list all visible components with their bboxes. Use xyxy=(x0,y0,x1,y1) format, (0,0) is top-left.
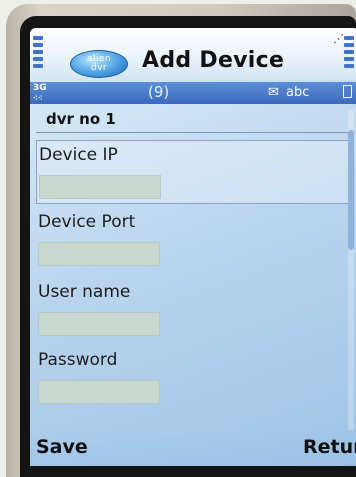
logo-text-line2: dvr xyxy=(90,63,108,73)
message-icon: ✉ xyxy=(268,85,279,100)
device-name: dvr no 1 xyxy=(46,110,116,128)
save-softkey[interactable]: Save xyxy=(36,436,88,458)
user-name-field[interactable]: User name xyxy=(36,280,350,338)
battery-icon xyxy=(343,85,352,98)
password-label: Password xyxy=(38,350,118,370)
return-softkey[interactable]: Return xyxy=(303,436,356,458)
scrollbar[interactable] xyxy=(348,110,354,430)
device-ip-field[interactable]: Device IP xyxy=(36,140,352,204)
device-ip-input-box[interactable] xyxy=(39,175,161,199)
network-indicator: 3G ⁖⁖ xyxy=(33,83,47,103)
password-field[interactable]: Password xyxy=(36,348,350,406)
device-ip-label: Device IP xyxy=(39,145,118,165)
signal-strength-icon xyxy=(33,36,43,71)
device-port-field[interactable]: Device Port xyxy=(36,210,350,268)
item-counter: (9) xyxy=(148,83,170,101)
title-bar: alien dvr Add Device ⋰ xyxy=(30,28,356,80)
device-ip-input[interactable] xyxy=(40,176,160,199)
user-name-input-box[interactable] xyxy=(38,312,160,336)
user-name-input[interactable] xyxy=(39,313,159,336)
user-name-label: User name xyxy=(38,282,131,302)
network-activity-icon: ⁖⁖ xyxy=(33,94,43,102)
status-bar: 3G ⁖⁖ (9) ✉ abc xyxy=(30,82,356,104)
network-type: 3G xyxy=(33,83,47,93)
device-port-input-box[interactable] xyxy=(38,242,160,266)
battery-level-icon xyxy=(344,36,354,71)
password-input-box[interactable] xyxy=(38,380,160,404)
input-mode: abc xyxy=(286,85,310,100)
phone-screen: alien dvr Add Device ⋰ 3G ⁖⁖ (9) ✉ abc d… xyxy=(30,28,356,466)
scrollbar-thumb[interactable] xyxy=(348,130,354,250)
device-port-input[interactable] xyxy=(39,243,159,266)
divider xyxy=(36,132,350,133)
device-port-label: Device Port xyxy=(38,212,136,232)
password-input[interactable] xyxy=(39,381,159,404)
app-logo: alien dvr xyxy=(70,50,128,78)
softkey-bar: Save Return xyxy=(30,428,356,466)
page-title: Add Device xyxy=(142,48,285,73)
connection-icon: ⋰ xyxy=(333,32,344,45)
